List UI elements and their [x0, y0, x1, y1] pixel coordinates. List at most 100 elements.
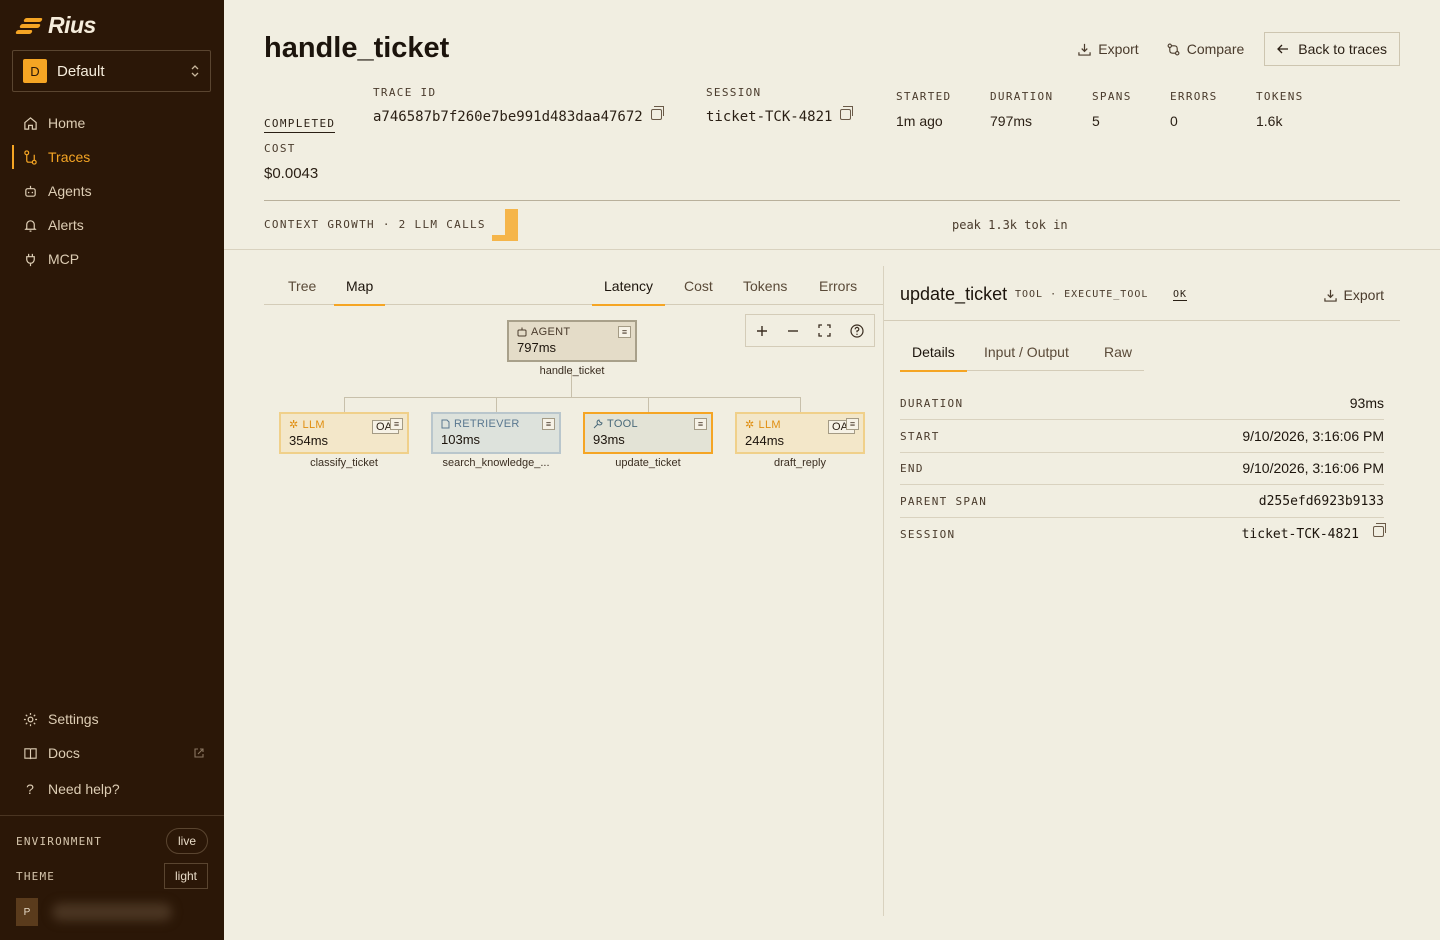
- external-link-icon: [194, 748, 204, 758]
- tab-tokens[interactable]: Tokens: [731, 266, 799, 305]
- status-badge: COMPLETED: [264, 117, 336, 133]
- sidebar-item-home[interactable]: Home: [12, 106, 212, 140]
- detail-row-parent-span: PARENT SPAN d255efd6923b9133: [900, 485, 1384, 518]
- sidebar-item-docs[interactable]: Docs: [12, 736, 212, 770]
- trace-id-value: a746587b7f260e7be991d483daa47672: [373, 109, 643, 125]
- compare-icon: [1167, 43, 1180, 56]
- download-icon: [1323, 289, 1337, 302]
- logo[interactable]: Rius: [15, 12, 96, 39]
- map-node-retriever[interactable]: RETRIEVER 103ms ≡: [431, 412, 561, 454]
- bell-icon: [22, 217, 38, 233]
- session-row: ticket-TCK-4821: [706, 106, 854, 125]
- duration-value: 797ms: [990, 113, 1033, 129]
- sparkle-icon: ✲: [745, 419, 755, 431]
- node-value: 354ms: [289, 433, 329, 448]
- tab-raw[interactable]: Raw: [1092, 332, 1144, 371]
- node-kind: LLM: [758, 418, 781, 431]
- span-title: update_ticket: [900, 284, 1008, 304]
- tab-input-output[interactable]: Input / Output: [972, 332, 1081, 371]
- tab-map[interactable]: Map: [334, 266, 386, 306]
- copy-icon[interactable]: [840, 106, 854, 120]
- environment-row: ENVIRONMENT live: [16, 828, 208, 854]
- duration-label: DURATION: [990, 90, 1054, 103]
- copy-icon[interactable]: [650, 106, 664, 120]
- tab-errors[interactable]: Errors: [807, 266, 869, 305]
- sidebar-item-mcp[interactable]: MCP: [12, 242, 212, 276]
- menu-icon[interactable]: ≡: [694, 418, 707, 430]
- node-label: update_ticket: [615, 457, 681, 469]
- export-label: Export: [1098, 41, 1139, 57]
- document-icon: [441, 419, 450, 429]
- user-menu[interactable]: P: [16, 898, 172, 926]
- sidebar-item-help[interactable]: ? Need help?: [12, 772, 212, 806]
- detail-tabs: Details Input / Output Raw: [900, 332, 1144, 372]
- started-value: 1m ago: [896, 113, 943, 129]
- sidebar-item-traces[interactable]: Traces: [12, 140, 212, 174]
- theme-toggle[interactable]: light: [163, 863, 208, 889]
- back-to-traces-button[interactable]: Back to traces: [1264, 32, 1400, 66]
- gear-icon: [22, 711, 38, 727]
- trace-status: COMPLETED: [264, 112, 336, 133]
- sidebar-item-settings[interactable]: Settings: [12, 702, 212, 736]
- copy-icon[interactable]: [1373, 523, 1386, 537]
- context-bar: [492, 235, 505, 241]
- traces-icon: [22, 149, 38, 165]
- sidebar-bottom-nav: Settings Docs ? Need help?: [12, 702, 212, 806]
- menu-icon[interactable]: ≡: [618, 326, 631, 338]
- arrow-left-icon: [1277, 43, 1289, 55]
- context-peak: peak 1.3k tok in: [952, 218, 1068, 232]
- context-growth-sparkline[interactable]: [492, 209, 518, 241]
- node-label: handle_ticket: [539, 365, 605, 377]
- tab-latency[interactable]: Latency: [592, 266, 666, 306]
- menu-icon[interactable]: ≡: [542, 418, 555, 430]
- menu-icon[interactable]: ≡: [390, 418, 403, 430]
- trace-id-block: TRACE ID a746587b7f260e7be991d483daa4767…: [373, 86, 664, 125]
- sidebar-item-label: Settings: [48, 711, 99, 727]
- map-node-llm[interactable]: ✲ LLM 244ms OAI ≡: [735, 412, 865, 454]
- detail-key: DURATION: [900, 396, 964, 410]
- tokens-value: 1.6k: [1256, 113, 1283, 129]
- errors-label: ERRORS: [1170, 90, 1218, 103]
- export-button[interactable]: Export: [1078, 41, 1139, 57]
- logo-icon: [15, 15, 44, 37]
- sidebar-item-alerts[interactable]: Alerts: [12, 208, 212, 242]
- agent-icon: [22, 183, 38, 199]
- map-node-llm[interactable]: ✲ LLM 354ms OAI ≡: [279, 412, 409, 454]
- compare-label: Compare: [1186, 41, 1245, 57]
- map-node-agent[interactable]: AGENT 797ms ≡: [507, 320, 637, 362]
- duration-block: DURATION 797ms: [990, 90, 1053, 129]
- menu-icon[interactable]: ≡: [846, 418, 859, 430]
- home-icon: [22, 115, 38, 131]
- wrench-icon: [593, 419, 603, 429]
- workspace-badge: D: [23, 59, 47, 83]
- span-status-badge: OK: [1173, 289, 1188, 301]
- tab-tree[interactable]: Tree: [276, 266, 328, 305]
- tab-cost[interactable]: Cost: [672, 266, 725, 305]
- session-block: SESSION ticket-TCK-4821: [706, 86, 854, 125]
- trace-map: AGENT 797ms ≡ handle_ticket ✲ LLM 354ms O…: [264, 306, 884, 506]
- map-node-tool[interactable]: TOOL 93ms ≡: [583, 412, 713, 454]
- context-bar: [505, 209, 518, 241]
- map-edge: [344, 397, 800, 398]
- compare-button[interactable]: Compare: [1167, 41, 1245, 57]
- node-label: search_knowledge_...: [442, 457, 550, 469]
- theme-label: THEME: [16, 869, 56, 883]
- detail-key: END: [900, 461, 924, 475]
- question-icon: ?: [26, 781, 34, 797]
- workspace-selector[interactable]: D Default: [12, 50, 211, 92]
- environment-toggle[interactable]: live: [165, 828, 208, 854]
- sidebar-item-agents[interactable]: Agents: [12, 174, 212, 208]
- detail-value: 9/10/2026, 3:16:06 PM: [1242, 460, 1384, 476]
- tab-details[interactable]: Details: [900, 332, 967, 372]
- node-label: classify_ticket: [310, 457, 378, 469]
- sidebar-item-label: Need help?: [48, 781, 120, 797]
- detail-key: START: [900, 429, 940, 443]
- view-tabs: Tree Map Latency Cost Tokens Errors: [264, 266, 884, 306]
- started-label: STARTED: [896, 90, 952, 103]
- back-label: Back to traces: [1298, 41, 1387, 57]
- tokens-label: TOKENS: [1256, 90, 1304, 103]
- span-export-button[interactable]: Export: [1323, 287, 1384, 303]
- map-edge: [800, 397, 801, 412]
- agent-icon: [517, 327, 527, 337]
- node-kind: TOOL: [607, 418, 638, 430]
